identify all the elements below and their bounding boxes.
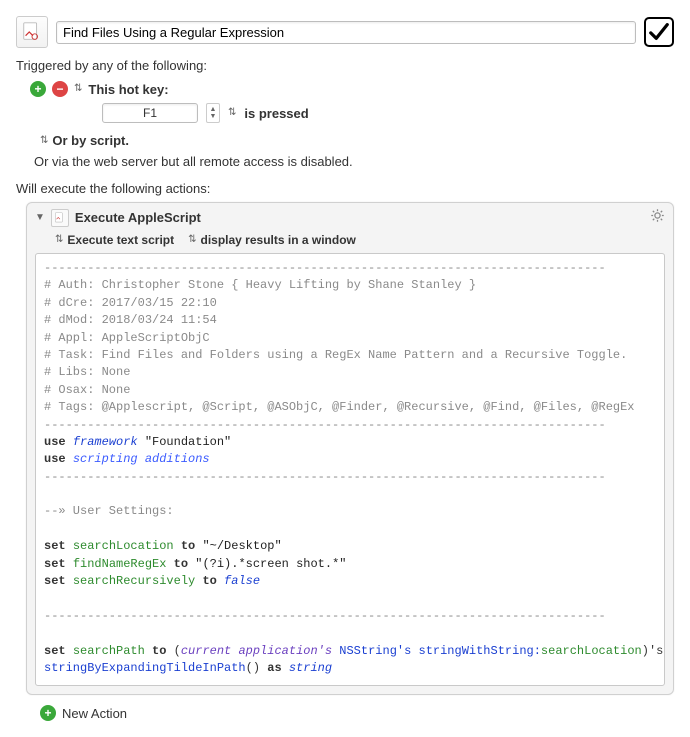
actions-section-label: Will execute the following actions: (16, 181, 674, 196)
pressed-mode-stepper[interactable]: ⇅ (228, 108, 236, 118)
updown-icon: ⇅ (188, 235, 196, 245)
checkmark-icon (648, 21, 670, 43)
action-gear-button[interactable] (650, 208, 665, 227)
action-card: ▼ Execute AppleScript ⇅ Execute text scr… (26, 202, 674, 695)
results-mode-label: display results in a window (201, 233, 356, 247)
trigger-type-stepper[interactable]: ⇅ (74, 84, 82, 94)
add-action-button[interactable]: + (40, 705, 56, 721)
gear-icon (650, 208, 665, 223)
script-icon (21, 21, 43, 43)
add-trigger-button[interactable]: + (30, 81, 46, 97)
action-title: Execute AppleScript (75, 210, 201, 225)
script-mode-select[interactable]: ⇅ Execute text script (55, 233, 174, 247)
enable-toggle[interactable] (644, 17, 674, 47)
script-trigger-label: Or by script. (52, 133, 129, 148)
macro-icon[interactable] (16, 16, 48, 48)
hotkey-stepper[interactable]: ▲▼ (206, 103, 220, 123)
remote-trigger-label: Or via the web server but all remote acc… (34, 154, 674, 169)
disclosure-triangle[interactable]: ▼ (35, 212, 45, 223)
updown-icon: ⇅ (55, 235, 63, 245)
remove-trigger-button[interactable]: − (52, 81, 68, 97)
results-mode-select[interactable]: ⇅ display results in a window (188, 233, 356, 247)
script-textarea[interactable]: ----------------------------------------… (35, 253, 665, 686)
triggers-section-label: Triggered by any of the following: (16, 58, 674, 73)
hotkey-trigger-label: This hot key: (88, 82, 168, 97)
script-mode-label: Execute text script (67, 233, 174, 247)
applescript-icon (51, 209, 69, 227)
new-action-label: New Action (62, 706, 127, 721)
script-trigger-stepper[interactable]: ⇅ (40, 136, 48, 146)
pressed-label: is pressed (244, 106, 308, 121)
hotkey-field[interactable]: F1 (102, 103, 198, 123)
macro-title-input[interactable] (56, 21, 636, 44)
